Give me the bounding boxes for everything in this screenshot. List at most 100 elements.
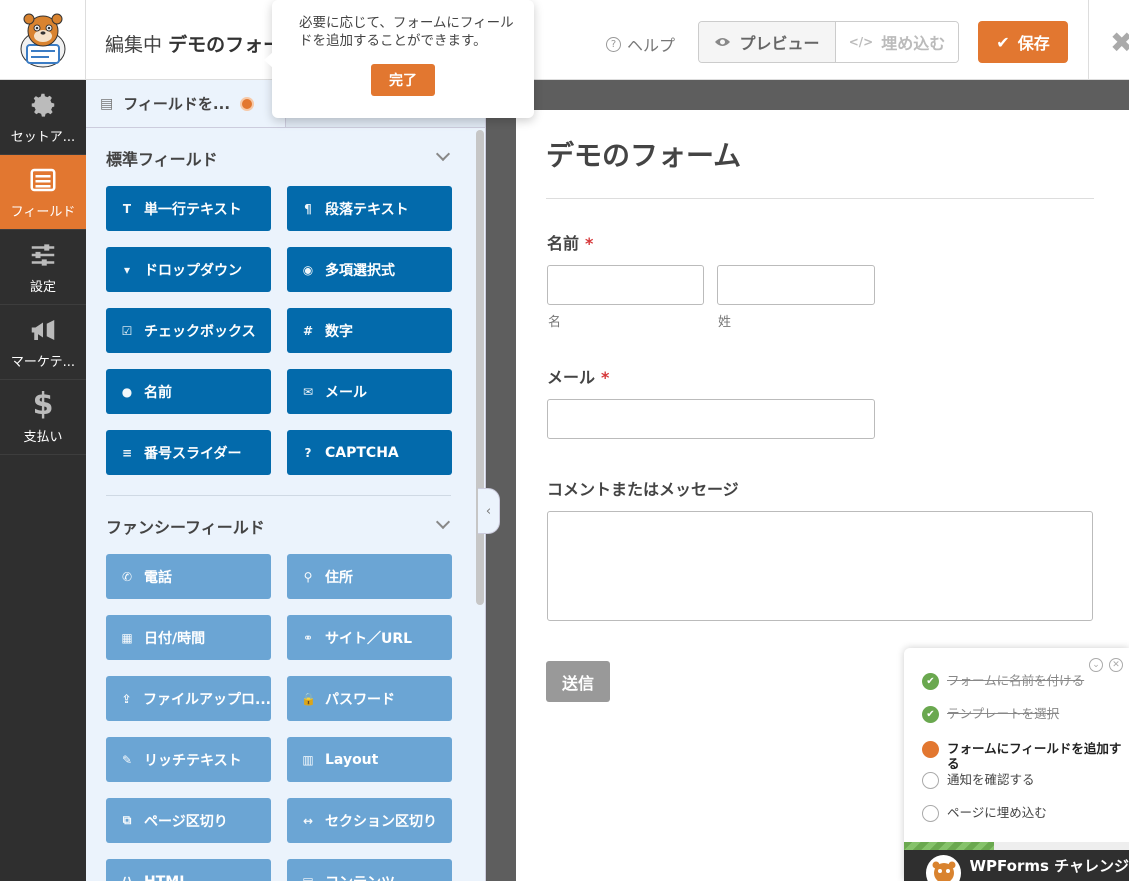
checklist-label: テンプレートを選択 — [947, 706, 1060, 721]
field-button-phone[interactable]: ✆ 電話 — [106, 554, 271, 599]
gear-icon — [31, 93, 55, 117]
nav-label: フィールド — [10, 204, 76, 220]
page-break-icon: ⧉ — [122, 813, 132, 827]
help-button[interactable]: ? ヘルプ — [606, 32, 675, 56]
nav-marketing[interactable]: マーケテ... — [0, 305, 86, 380]
field-button-label: 数字 — [325, 323, 353, 340]
tooltip-done-button[interactable]: 完了 — [371, 64, 435, 96]
challenge-title: WPForms チャレンジ — [969, 857, 1129, 875]
empty-circle-icon — [922, 772, 939, 789]
label-text: 名前 — [547, 234, 580, 253]
field-button-number-slider[interactable]: ≡ 番号スライダー — [106, 430, 271, 475]
field-button-label: 住所 — [325, 569, 353, 586]
onboarding-tooltip: 必要に応じて、フォームにフィールドを追加することができます。 完了 — [272, 0, 534, 118]
form-title-divider — [546, 198, 1094, 199]
submit-button[interactable]: 送信 — [546, 661, 610, 702]
chevron-down-icon[interactable]: ⌄ — [1089, 658, 1103, 672]
challenge-footer[interactable]: WPForms チャレンジ — [904, 850, 1129, 881]
email-icon: ✉ — [302, 384, 314, 399]
last-name-input[interactable] — [717, 265, 875, 305]
dollar-icon: $ — [32, 386, 54, 422]
field-button-name[interactable]: ● 名前 — [106, 369, 271, 414]
field-button-label: HTML — [144, 874, 188, 881]
number-slider-icon: ≡ — [121, 445, 133, 460]
preview-button[interactable]: プレビュー — [699, 22, 836, 62]
tab-label: フィールドを... — [123, 95, 231, 113]
challenge-checklist: ⌄ ✕ ✔ フォームに名前を付ける ✔ テンプレートを選択 フォームにフィールド… — [904, 648, 1129, 881]
tooltip-text: 必要に応じて、フォームにフィールドを追加することができます。 — [299, 15, 514, 49]
header-divider — [1088, 0, 1089, 80]
password-icon: 🔒 — [301, 691, 316, 706]
pulse-dot — [240, 96, 255, 111]
preview-label: プレビュー — [739, 34, 820, 53]
email-input[interactable] — [547, 399, 875, 439]
field-button-label: ドロップダウン — [144, 262, 242, 279]
nav-payments[interactable]: $ 支払い — [0, 380, 86, 455]
field-button-multiple-choice[interactable]: ◉ 多項選択式 — [287, 247, 452, 292]
current-step-icon — [922, 741, 939, 758]
standard-fields-title[interactable]: 標準フィールド — [106, 146, 218, 170]
name-field-label[interactable]: 名前 * — [547, 230, 593, 254]
required-mark: * — [601, 368, 610, 387]
nav-label: 支払い — [23, 429, 63, 445]
field-button-date-time[interactable]: ▦ 日付/時間 — [106, 615, 271, 660]
field-button-address[interactable]: ⚲ 住所 — [287, 554, 452, 599]
embed-button[interactable]: </> 埋め込む — [836, 22, 958, 62]
tab-add-fields[interactable]: ▤ フィールドを... — [86, 80, 286, 127]
nav-label: マーケテ... — [10, 354, 76, 370]
multiple-choice-icon: ◉ — [302, 262, 314, 277]
field-button-section-divider[interactable]: ↔ セクション区切り — [287, 798, 452, 843]
nav-settings[interactable]: 設定 — [0, 230, 86, 305]
checklist-item: ✔ フォームに名前を付ける — [922, 673, 1122, 690]
required-mark: * — [585, 234, 594, 253]
challenge-progress-bar — [904, 842, 1129, 850]
captcha-icon: ? — [304, 445, 312, 460]
check-icon: ✔ — [922, 673, 939, 690]
help-icon: ? — [606, 36, 621, 52]
content-icon: ▤ — [301, 875, 315, 881]
field-button-layout[interactable]: ▥ Layout — [287, 737, 452, 782]
checklist-label: フォームにフィールドを追加する — [947, 741, 1122, 771]
email-field-label[interactable]: メール * — [547, 364, 609, 388]
label-text: メール — [547, 368, 596, 387]
collapse-panel-handle[interactable]: ‹ — [478, 488, 500, 534]
field-button-paragraph-text[interactable]: ¶ 段落テキスト — [287, 186, 452, 231]
field-button-content[interactable]: ▤ コンテンツ — [287, 859, 452, 881]
checkmark-icon: ✔ — [996, 32, 1010, 52]
left-navigation: セットア... フィールド 設定 マーケテ... $ 支払い — [0, 80, 86, 881]
field-button-label: 電話 — [144, 569, 172, 586]
mascot-icon — [926, 854, 962, 881]
eye-icon — [715, 38, 731, 46]
field-button-dropdown[interactable]: ▾ ドロップダウン — [106, 247, 271, 292]
wpforms-logo[interactable] — [0, 0, 86, 80]
code-icon: </> — [848, 35, 874, 49]
field-button-label: 名前 — [144, 384, 172, 401]
close-icon[interactable]: ✖ — [1110, 26, 1129, 59]
comment-textarea[interactable] — [547, 511, 1093, 621]
checkboxes-icon: ☑ — [121, 323, 133, 338]
field-button-file-upload[interactable]: ⇪ ファイルアップロ... — [106, 676, 271, 721]
field-button-password[interactable]: 🔒 パスワード — [287, 676, 452, 721]
save-button[interactable]: ✔ 保存 — [978, 21, 1068, 63]
nav-fields[interactable]: フィールド — [0, 155, 86, 230]
first-name-input[interactable] — [547, 265, 704, 305]
close-icon[interactable]: ✕ — [1109, 658, 1123, 672]
field-button-website-url[interactable]: ⚭ サイト／URL — [287, 615, 452, 660]
field-button-email[interactable]: ✉ メール — [287, 369, 452, 414]
field-button-captcha[interactable]: ? CAPTCHA — [287, 430, 452, 475]
field-button-checkboxes[interactable]: ☑ チェックボックス — [106, 308, 271, 353]
checklist-item: ページに埋め込む — [922, 805, 1122, 822]
mascot-icon — [20, 13, 65, 68]
field-button-number[interactable]: # 数字 — [287, 308, 452, 353]
field-button-rich-text[interactable]: ✎ リッチテキスト — [106, 737, 271, 782]
field-button-label: 単一行テキスト — [144, 201, 242, 218]
field-button-page-break[interactable]: ⧉ ページ区切り — [106, 798, 271, 843]
comment-field-label[interactable]: コメントまたはメッセージ — [547, 476, 739, 500]
field-button-label: サイト／URL — [325, 630, 413, 647]
phone-icon: ✆ — [121, 569, 133, 584]
field-button-single-line-text[interactable]: T 単一行テキスト — [106, 186, 271, 231]
nav-label: 設定 — [29, 279, 56, 295]
nav-setup[interactable]: セットア... — [0, 80, 86, 155]
field-button-html[interactable]: ⟨⟩ HTML — [106, 859, 271, 881]
fancy-fields-title[interactable]: ファンシーフィールド — [106, 514, 265, 538]
